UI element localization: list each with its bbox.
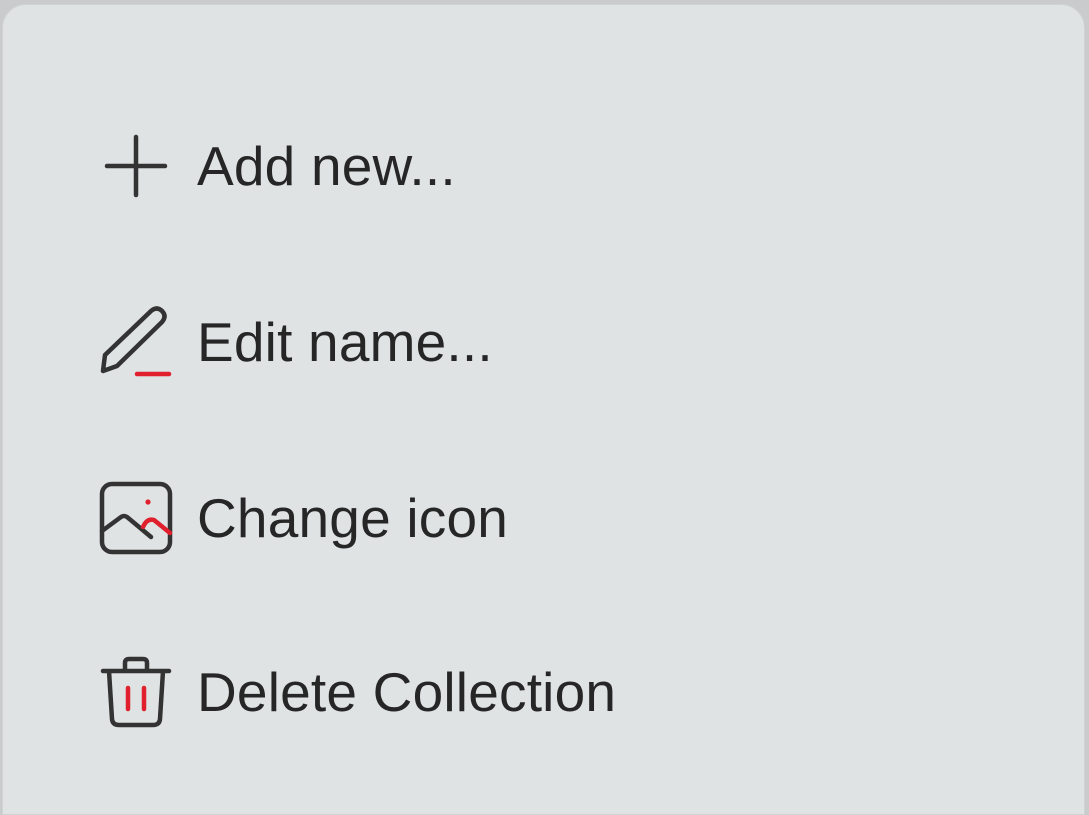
trash-icon xyxy=(99,655,173,729)
add-new-label: Add new... xyxy=(197,135,456,197)
context-menu: Add new... Edit name... Change icon Dele… xyxy=(2,4,1085,815)
image-icon xyxy=(99,481,173,555)
edit-name-menu-item[interactable]: Edit name... xyxy=(99,297,493,387)
pencil-icon xyxy=(99,305,173,379)
add-new-menu-item[interactable]: Add new... xyxy=(99,121,456,211)
delete-collection-label: Delete Collection xyxy=(197,661,617,723)
delete-collection-menu-item[interactable]: Delete Collection xyxy=(99,647,616,737)
change-icon-menu-item[interactable]: Change icon xyxy=(99,473,508,563)
change-icon-label: Change icon xyxy=(197,487,509,549)
edit-name-label: Edit name... xyxy=(197,311,493,373)
plus-icon xyxy=(99,129,173,203)
